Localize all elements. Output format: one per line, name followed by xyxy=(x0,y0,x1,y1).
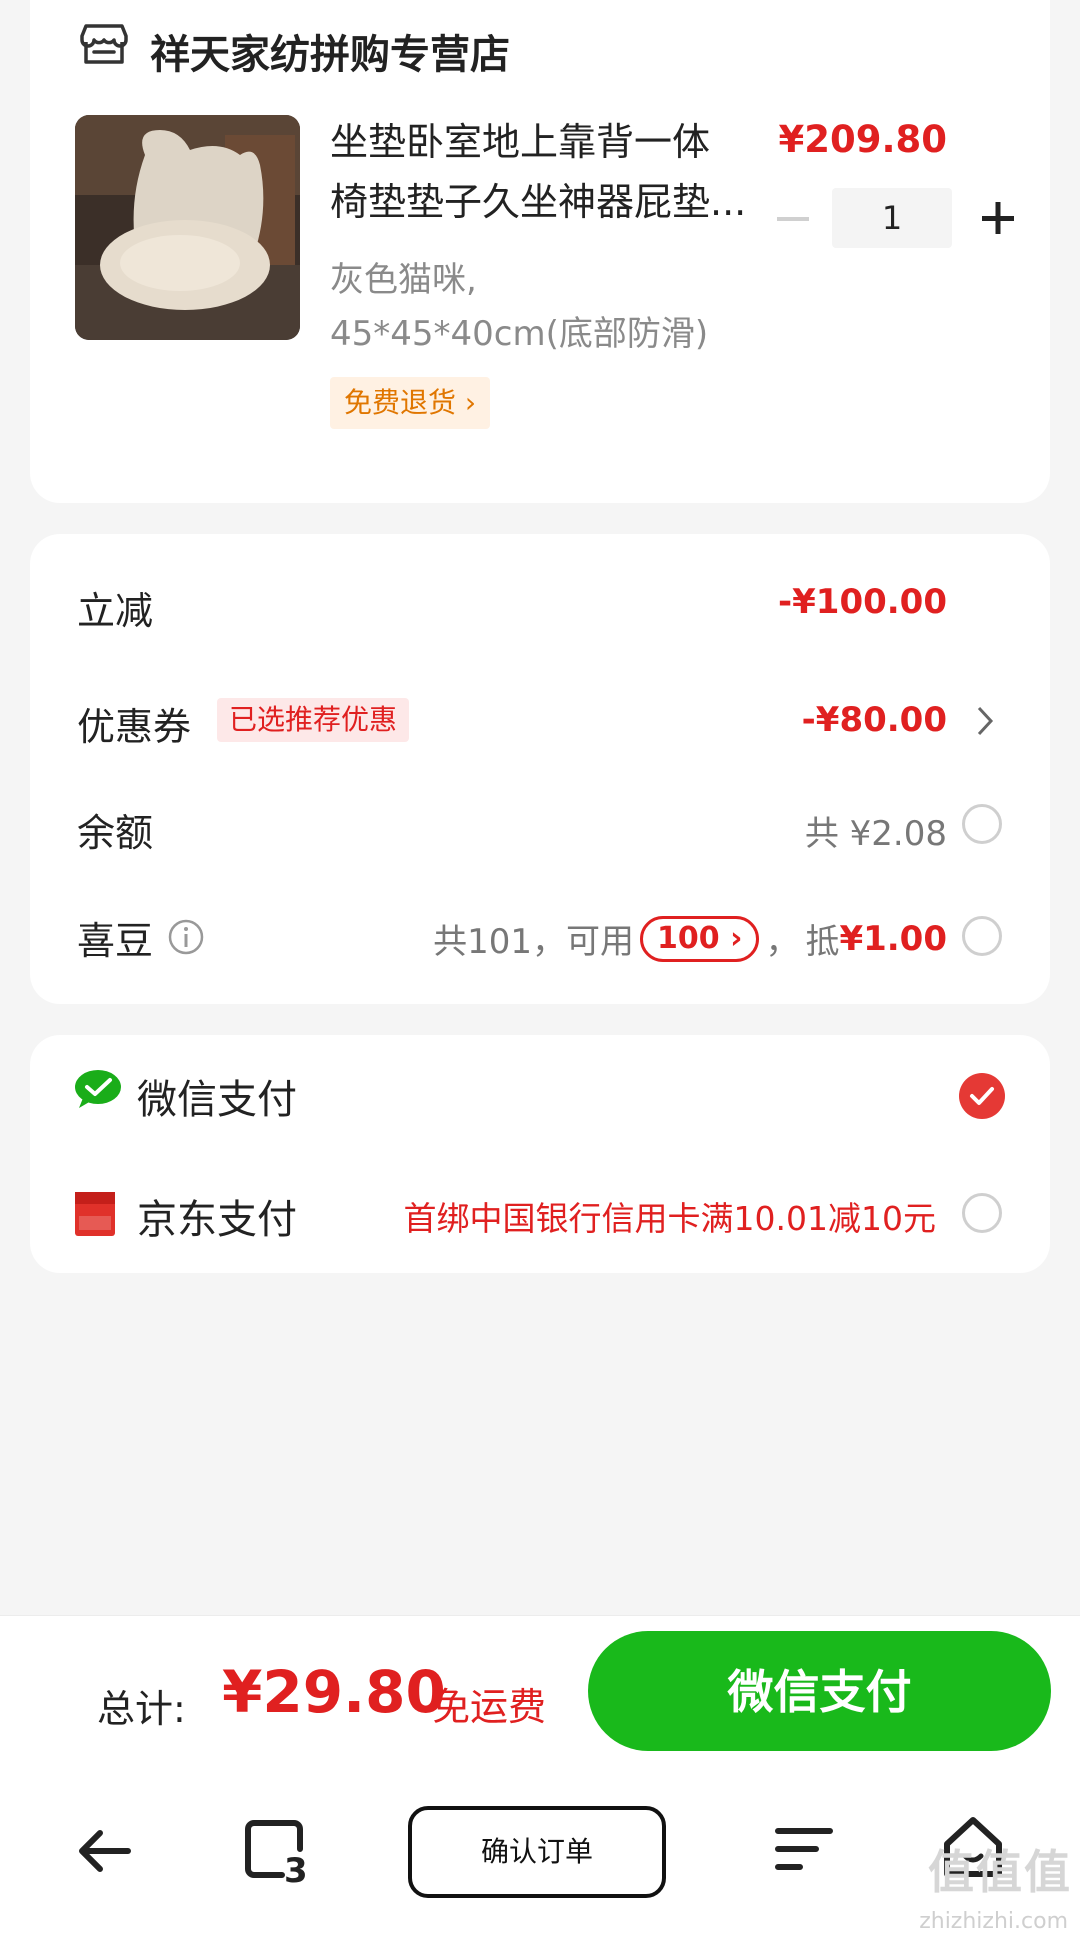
instant-discount-value: -¥100.00 xyxy=(778,582,947,622)
shop-name[interactable]: 祥天家纺拼购专营店 xyxy=(150,22,510,80)
beans-total-text: 共101，可用 xyxy=(433,922,635,962)
jd-pay-icon xyxy=(75,1192,115,1236)
chevron-right-icon xyxy=(977,706,994,736)
total-label: 总计: xyxy=(97,1687,186,1731)
confirm-order-button[interactable]: 确认订单 xyxy=(408,1806,666,1898)
wechat-pay-icon xyxy=(75,1070,121,1108)
balance-value: 共 ¥2.08 xyxy=(804,814,947,854)
order-item-card: 祥天家纺拼购专营店 坐垫卧室地上靠背一体 椅垫垫子久坐神器屁垫... 灰色猫咪,… xyxy=(30,0,1050,503)
back-arrow-icon[interactable] xyxy=(66,1811,146,1891)
check-icon xyxy=(970,1087,994,1105)
product-spec: 灰色猫咪, 45*45*40cm(底部防滑) xyxy=(330,253,750,361)
quantity-decrease-button[interactable] xyxy=(775,188,811,248)
free-return-tag[interactable]: 免费退货 › xyxy=(330,377,491,429)
product-title-line-1: 坐垫卧室地上靠背一体 xyxy=(330,120,711,164)
store-icon xyxy=(80,24,128,64)
wechat-pay-radio-checked[interactable] xyxy=(959,1073,1005,1119)
payment-method-card: 微信支付 京东支付 首绑中国银行信用卡满10.01减10元 xyxy=(30,1035,1050,1273)
coupon-value: -¥80.00 xyxy=(801,700,947,740)
info-icon[interactable] xyxy=(167,918,205,956)
beans-deduct-label: 抵 xyxy=(805,922,840,962)
free-shipping-label: 免运费 xyxy=(432,1685,547,1729)
product-spec-size: 45*45*40cm(底部防滑) xyxy=(330,314,709,354)
discount-card: 立减 -¥100.00 优惠券 已选推荐优惠 -¥80.00 余额 共 ¥2.0… xyxy=(30,534,1050,1004)
wechat-pay-button[interactable]: 微信支付 xyxy=(588,1631,1051,1751)
wechat-pay-label: 微信支付 xyxy=(137,1077,297,1123)
balance-radio[interactable] xyxy=(962,804,1002,844)
beans-deduct-value: ¥1.00 xyxy=(839,918,947,959)
beans-radio[interactable] xyxy=(962,916,1002,956)
jd-pay-label: 京东支付 xyxy=(137,1197,297,1243)
total-price: ¥29.80 xyxy=(222,1658,446,1726)
product-title-line-2: 椅垫垫子久坐神器屁垫... xyxy=(330,180,747,224)
jd-pay-radio[interactable] xyxy=(962,1193,1002,1233)
product-title[interactable]: 坐垫卧室地上靠背一体 椅垫垫子久坐神器屁垫... xyxy=(330,112,760,232)
coupon-label: 优惠券 xyxy=(77,705,192,749)
beans-usable-pill[interactable]: 100 › xyxy=(640,915,760,962)
quantity-value[interactable]: 1 xyxy=(832,188,952,248)
balance-label: 余额 xyxy=(77,811,154,855)
beans-comma: ， xyxy=(765,922,800,962)
quantity-increase-button[interactable] xyxy=(970,190,1026,246)
checkout-bar: 总计: ¥29.80 免运费 微信支付 3 确认订单 值值值 zhizhizhi… xyxy=(0,1615,1080,1942)
menu-icon[interactable] xyxy=(764,1811,844,1891)
product-image[interactable] xyxy=(75,115,300,340)
beans-detail: 共101，可用 100 › ， 抵 ¥1.00 xyxy=(433,914,947,963)
instant-discount-label: 立减 xyxy=(77,589,154,633)
watermark-url: zhizhizhi.com xyxy=(919,1909,1068,1934)
product-price: ¥209.80 xyxy=(778,118,947,161)
product-spec-color: 灰色猫咪, xyxy=(330,260,477,300)
beans-label: 喜豆 xyxy=(77,919,154,963)
tabs-button[interactable]: 3 xyxy=(238,1811,318,1891)
watermark-logo: 值值值 xyxy=(928,1845,1072,1899)
coupon-selected-tag: 已选推荐优惠 xyxy=(217,698,410,742)
tab-count: 3 xyxy=(284,1851,308,1891)
jd-pay-promo: 首绑中国银行信用卡满10.01减10元 xyxy=(403,1199,936,1238)
